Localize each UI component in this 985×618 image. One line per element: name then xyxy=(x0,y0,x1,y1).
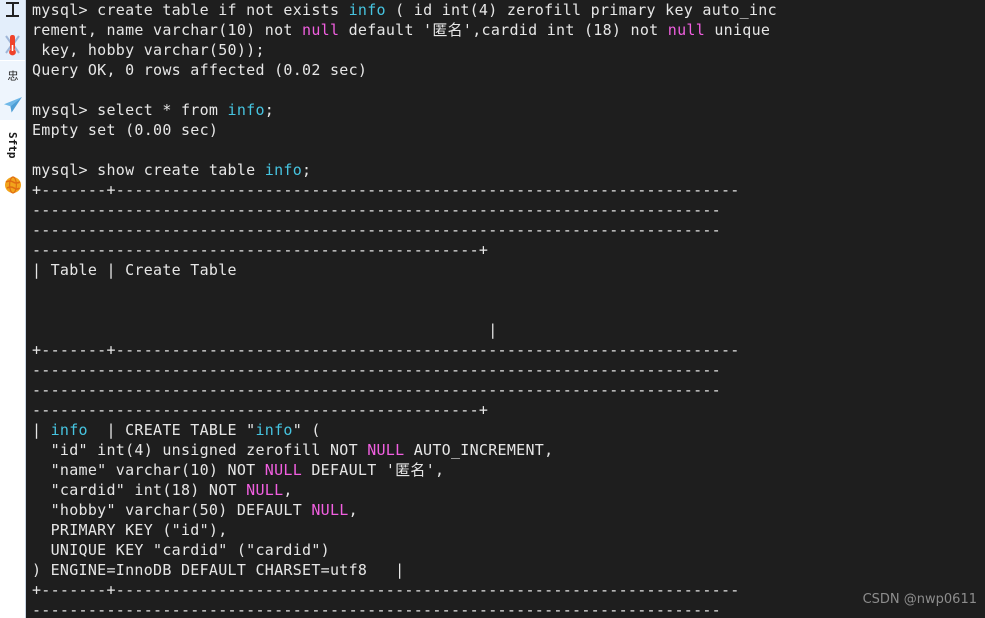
terminal-text-run: mysql> create table if not exists xyxy=(32,1,349,19)
terminal-line: key, hobby varchar(50)); xyxy=(32,40,777,60)
sidebar-item-globe[interactable] xyxy=(0,170,25,200)
terminal-text-run: mysql> show create table xyxy=(32,161,265,179)
terminal-line: ----------------------------------------… xyxy=(32,600,777,618)
terminal-text-run: ; xyxy=(264,101,275,119)
sidebar-cjk-label: 忠 xyxy=(6,70,19,81)
terminal-text-run: , xyxy=(283,481,293,499)
terminal-line: "cardid" int(18) NOT NULL, xyxy=(32,480,777,500)
terminal-line: ) ENGINE=InnoDB DEFAULT CHARSET=utf8 | xyxy=(32,560,777,580)
terminal-text-run: ----------------------------------------… xyxy=(32,201,721,219)
terminal-line: +-------+-------------------------------… xyxy=(32,580,777,600)
terminal-text-run: " ( xyxy=(292,421,321,439)
terminal-line: Query OK, 0 rows affected (0.02 sec) xyxy=(32,60,777,80)
terminal-text-run: | xyxy=(32,321,498,339)
terminal-text-run: NULL xyxy=(264,461,303,479)
terminal-text-run: NULL xyxy=(311,501,349,519)
terminal-text-run: null xyxy=(667,21,706,39)
terminal-text-run: key, hobby varchar(50)); xyxy=(32,41,265,59)
paper-plane-icon xyxy=(3,97,22,113)
terminal-text-run: "id" int(4) unsigned zerofill NOT xyxy=(32,441,368,459)
terminal-text-run: | xyxy=(32,421,51,439)
terminal-line: | info | CREATE TABLE "info" ( xyxy=(32,420,777,440)
terminal-window: 忠 Sftp mysql> create table if not exists… xyxy=(0,0,985,618)
terminal-text-run: ----------------------------------------… xyxy=(32,381,721,399)
terminal-text-run: ----------------------------------------… xyxy=(32,221,721,239)
terminal-line: mysql> show create table info; xyxy=(32,160,777,180)
terminal-text-run: , xyxy=(348,501,358,519)
terminal-output-pane[interactable]: mysql> create table if not exists info (… xyxy=(26,0,985,618)
terminal-text-run: NULL xyxy=(367,441,405,459)
sidebar-item-ruler[interactable] xyxy=(0,0,25,30)
terminal-text: mysql> create table if not exists info (… xyxy=(32,0,777,618)
terminal-line: ----------------------------------------… xyxy=(32,400,777,420)
sidebar-item-cjk-label[interactable]: 忠 xyxy=(0,60,25,90)
sidebar-item-send[interactable] xyxy=(0,90,25,120)
terminal-line: mysql> select * from info; xyxy=(32,100,777,120)
terminal-line: "hobby" varchar(50) DEFAULT NULL, xyxy=(32,500,777,520)
terminal-text-run: unique xyxy=(705,21,771,39)
globe-icon xyxy=(4,176,21,194)
terminal-text-run: ) ENGINE=InnoDB DEFAULT CHARSET=utf8 | xyxy=(32,561,405,579)
terminal-text-run: info xyxy=(348,1,386,19)
terminal-text-run: rement, name varchar(10) not xyxy=(32,21,303,39)
terminal-line: UNIQUE KEY "cardid" ("cardid") xyxy=(32,540,777,560)
terminal-text-run: info xyxy=(227,101,265,119)
terminal-text-run: DEFAULT '匿名', xyxy=(302,461,445,479)
terminal-text-run: +-------+-------------------------------… xyxy=(32,181,740,199)
terminal-text-run: ( id int(4) zerofill primary key auto_in… xyxy=(385,1,777,19)
terminal-text-run: ----------------------------------------… xyxy=(32,361,721,379)
ruler-icon xyxy=(6,0,19,30)
terminal-text-run: UNIQUE KEY "cardid" ("cardid") xyxy=(32,541,330,559)
terminal-text-run: "hobby" varchar(50) DEFAULT xyxy=(32,501,312,519)
left-sidebar: 忠 Sftp xyxy=(0,0,26,618)
sidebar-item-thermometer[interactable] xyxy=(0,30,25,60)
terminal-text-run: ----------------------------------------… xyxy=(32,401,489,419)
terminal-line: | Table | Create Table xyxy=(32,260,777,280)
terminal-text-run: info xyxy=(255,421,293,439)
terminal-line: +-------+-------------------------------… xyxy=(32,180,777,200)
terminal-line: "id" int(4) unsigned zerofill NOT NULL A… xyxy=(32,440,777,460)
terminal-text-run: | CREATE TABLE " xyxy=(87,421,256,439)
sidebar-empty-area xyxy=(0,200,25,618)
terminal-text-run: +-------+-------------------------------… xyxy=(32,341,740,359)
terminal-line: ----------------------------------------… xyxy=(32,380,777,400)
terminal-text-run: info xyxy=(264,161,303,179)
terminal-text-run: info xyxy=(50,421,88,439)
terminal-text-run: NULL xyxy=(246,481,284,499)
terminal-line: mysql> create table if not exists info (… xyxy=(32,0,777,20)
terminal-text-run: PRIMARY KEY ("id"), xyxy=(32,521,228,539)
terminal-line: ----------------------------------------… xyxy=(32,220,777,240)
terminal-text-run: "cardid" int(18) NOT xyxy=(32,481,247,499)
thermometer-icon xyxy=(5,35,20,56)
terminal-text-run: Empty set (0.00 sec) xyxy=(32,121,219,139)
sftp-tab-label: Sftp xyxy=(6,132,19,159)
terminal-text-run: ; xyxy=(302,161,312,179)
terminal-line: PRIMARY KEY ("id"), xyxy=(32,520,777,540)
terminal-line: ----------------------------------------… xyxy=(32,200,777,220)
terminal-text-run: null xyxy=(302,21,340,39)
terminal-text-run: ----------------------------------------… xyxy=(32,241,489,259)
terminal-line: Empty set (0.00 sec) xyxy=(32,120,777,140)
terminal-line: ----------------------------------------… xyxy=(32,360,777,380)
terminal-text-run: mysql> select * from xyxy=(32,101,228,119)
terminal-line: "name" varchar(10) NOT NULL DEFAULT '匿名'… xyxy=(32,460,777,480)
terminal-line: ----------------------------------------… xyxy=(32,240,777,260)
terminal-text-run: AUTO_INCREMENT, xyxy=(404,441,554,459)
terminal-text-run: "name" varchar(10) NOT xyxy=(32,461,265,479)
terminal-text-run: Query OK, 0 rows affected (0.02 sec) xyxy=(32,61,368,79)
sidebar-tab-sftp[interactable]: Sftp xyxy=(0,120,25,170)
terminal-line: | xyxy=(32,320,777,340)
terminal-line: +-------+-------------------------------… xyxy=(32,340,777,360)
terminal-text-run: | Table | Create Table xyxy=(32,261,237,279)
terminal-text-run: +-------+-------------------------------… xyxy=(32,581,740,599)
csdn-watermark: CSDN @nwp0611 xyxy=(862,592,977,607)
terminal-line: rement, name varchar(10) not null defaul… xyxy=(32,20,777,40)
terminal-text-run: default '匿名',cardid int (18) not xyxy=(339,21,668,39)
sidebar-tool-panel: 忠 Sftp xyxy=(0,0,25,200)
terminal-text-run: ----------------------------------------… xyxy=(32,601,721,618)
